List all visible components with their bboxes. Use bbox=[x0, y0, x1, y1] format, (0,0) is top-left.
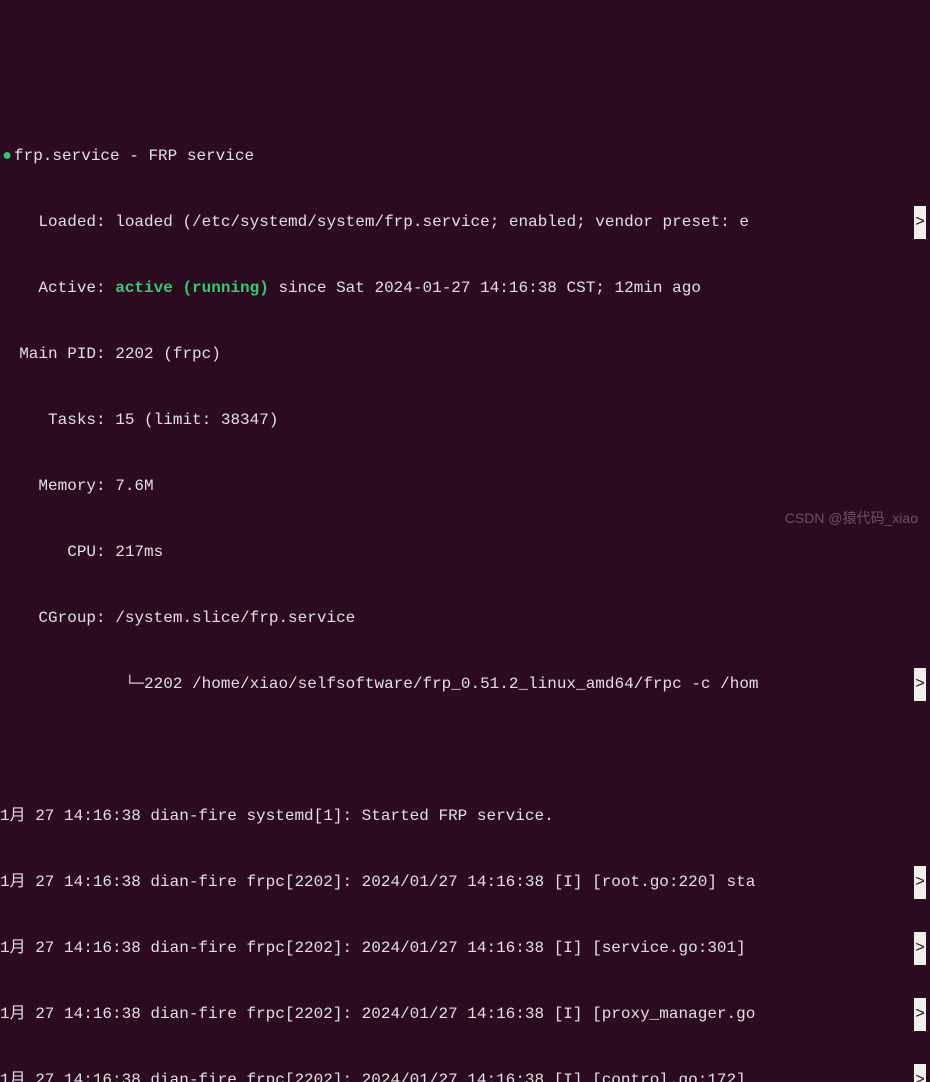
log-line: 1月 27 14:16:38 dian-fire frpc[2202]: 202… bbox=[0, 1064, 930, 1082]
cgroup-line: CGroup: /system.slice/frp.service bbox=[0, 602, 930, 635]
log-line: 1月 27 14:16:38 dian-fire frpc[2202]: 202… bbox=[0, 866, 930, 899]
memory-line: Memory: 7.6M bbox=[0, 470, 930, 503]
memory-label: Memory: bbox=[0, 477, 106, 495]
cpu-label: CPU: bbox=[0, 543, 106, 561]
log-entry: 1月 27 14:16:38 dian-fire frpc[2202]: 202… bbox=[0, 873, 755, 891]
service-name: frp.service bbox=[14, 147, 120, 165]
mainpid-label: Main PID: bbox=[0, 345, 106, 363]
cpu-value: 217ms bbox=[106, 543, 164, 561]
status-bullet-icon: ● bbox=[0, 140, 14, 173]
active-state: active (running) bbox=[106, 279, 269, 297]
overflow-indicator[interactable]: > bbox=[914, 1064, 926, 1082]
cgroup-value: /system.slice/frp.service bbox=[106, 609, 356, 627]
memory-value: 7.6M bbox=[106, 477, 154, 495]
cgroup-tree-line: └─2202 /home/xiao/selfsoftware/frp_0.51.… bbox=[0, 668, 930, 701]
overflow-indicator[interactable]: > bbox=[914, 206, 926, 239]
loaded-label: Loaded: bbox=[0, 213, 106, 231]
log-entry: 1月 27 14:16:38 dian-fire frpc[2202]: 202… bbox=[0, 1005, 755, 1023]
service-header: ●frp.service - FRP service bbox=[0, 140, 930, 173]
mainpid-value: 2202 (frpc) bbox=[106, 345, 221, 363]
cgroup-tree: └─2202 /home/xiao/selfsoftware/frp_0.51.… bbox=[0, 675, 759, 693]
log-line: 1月 27 14:16:38 dian-fire systemd[1]: Sta… bbox=[0, 800, 930, 833]
watermark: CSDN @猿代码_xiao bbox=[785, 502, 918, 535]
overflow-indicator[interactable]: > bbox=[914, 866, 926, 899]
overflow-indicator[interactable]: > bbox=[914, 932, 926, 965]
log-line: 1月 27 14:16:38 dian-fire frpc[2202]: 202… bbox=[0, 998, 930, 1031]
mainpid-line: Main PID: 2202 (frpc) bbox=[0, 338, 930, 371]
active-since: since Sat 2024-01-27 14:16:38 CST; 12min… bbox=[269, 279, 701, 297]
loaded-value: loaded (/etc/systemd/system/frp.service;… bbox=[106, 213, 749, 231]
active-label: Active: bbox=[0, 279, 106, 297]
active-line: Active: active (running) since Sat 2024-… bbox=[0, 272, 930, 305]
overflow-indicator[interactable]: > bbox=[914, 668, 926, 701]
log-line: 1月 27 14:16:38 dian-fire frpc[2202]: 202… bbox=[0, 932, 930, 965]
tasks-line: Tasks: 15 (limit: 38347) bbox=[0, 404, 930, 437]
log-entry: 1月 27 14:16:38 dian-fire frpc[2202]: 202… bbox=[0, 1071, 755, 1082]
blank-line bbox=[0, 734, 930, 767]
cgroup-label: CGroup: bbox=[0, 609, 106, 627]
log-entry: 1月 27 14:16:38 dian-fire frpc[2202]: 202… bbox=[0, 939, 755, 957]
tasks-value: 15 (limit: 38347) bbox=[106, 411, 279, 429]
loaded-line: Loaded: loaded (/etc/systemd/system/frp.… bbox=[0, 206, 930, 239]
log-entry: 1月 27 14:16:38 dian-fire systemd[1]: Sta… bbox=[0, 807, 554, 825]
tasks-label: Tasks: bbox=[0, 411, 106, 429]
overflow-indicator[interactable]: > bbox=[914, 998, 926, 1031]
service-description: FRP service bbox=[148, 147, 254, 165]
